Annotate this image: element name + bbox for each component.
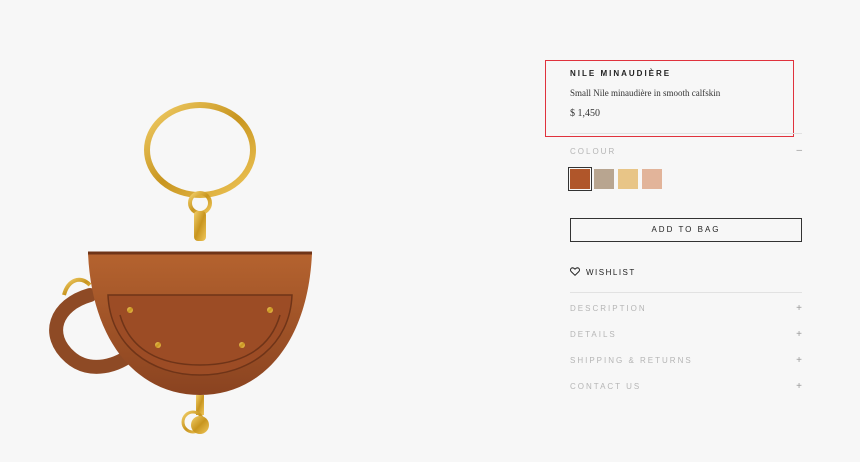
accordion-description[interactable]: DESCRIPTION +	[570, 301, 802, 315]
wishlist-label: WISHLIST	[586, 268, 636, 277]
accordion-label: DETAILS	[570, 329, 617, 339]
accordion-contact-us[interactable]: CONTACT US +	[570, 379, 802, 393]
plus-icon: +	[796, 328, 802, 340]
accordion-label: CONTACT US	[570, 381, 642, 391]
colour-label: COLOUR	[570, 147, 617, 156]
accordion-details[interactable]: DETAILS +	[570, 327, 802, 341]
product-image	[40, 95, 340, 457]
swatch-2[interactable]	[618, 169, 638, 189]
swatch-0[interactable]	[568, 167, 592, 191]
swatch-3[interactable]	[642, 169, 662, 189]
plus-icon: +	[796, 302, 802, 314]
swatch-1[interactable]	[594, 169, 614, 189]
divider	[570, 133, 802, 134]
colour-collapse-toggle[interactable]: –	[796, 145, 802, 156]
plus-icon: +	[796, 380, 802, 392]
product-description: Small Nile minaudière in smooth calfskin	[570, 88, 721, 98]
accordion-label: SHIPPING & RETURNS	[570, 355, 693, 365]
heart-icon	[570, 267, 580, 278]
colour-swatches	[568, 167, 662, 191]
add-to-bag-button[interactable]: ADD TO BAG	[570, 218, 802, 242]
product-title: NILE MINAUDIÈRE	[570, 69, 672, 78]
accordion-shipping-returns[interactable]: SHIPPING & RETURNS +	[570, 353, 802, 367]
divider	[570, 292, 802, 293]
product-price: $ 1,450	[570, 108, 600, 119]
accordion-label: DESCRIPTION	[570, 303, 647, 313]
plus-icon: +	[796, 354, 802, 366]
wishlist-link[interactable]: WISHLIST	[570, 267, 636, 278]
